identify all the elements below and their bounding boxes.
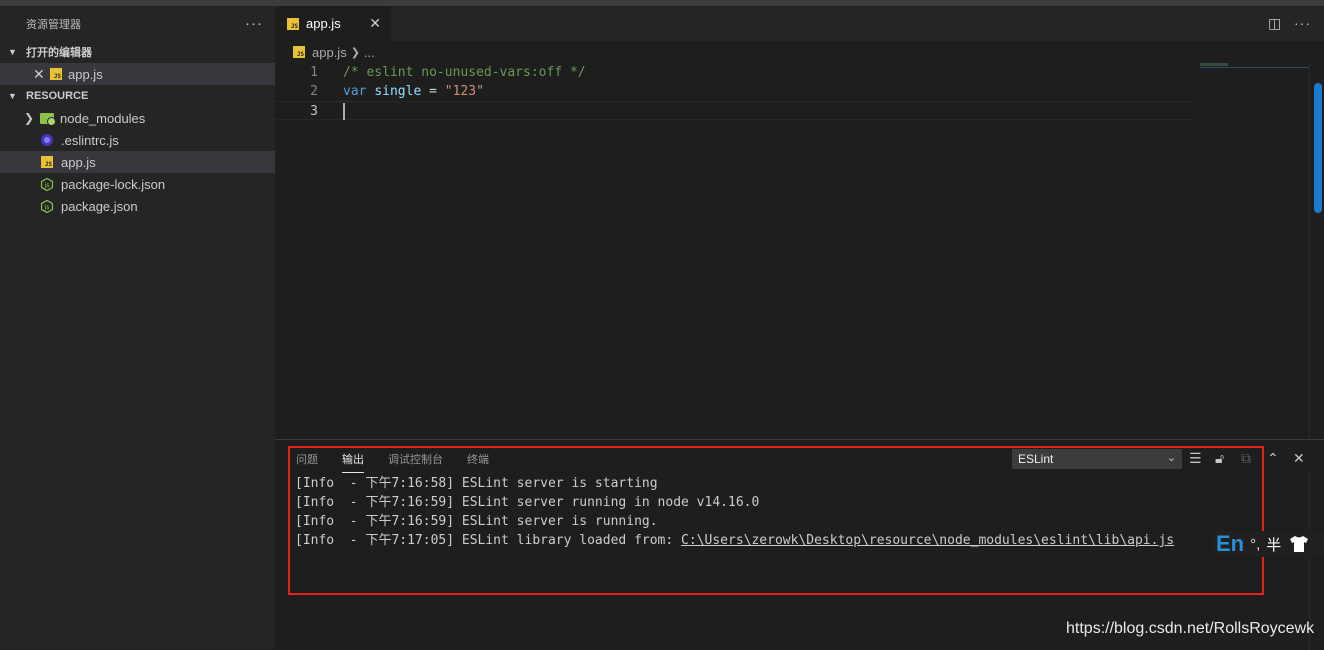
chevron-right-icon: ❯ bbox=[24, 111, 35, 125]
tree-item-label: package.json bbox=[61, 198, 138, 214]
chevron-down-icon: ▼ bbox=[8, 47, 17, 57]
maximize-panel-icon[interactable]: ⌃ bbox=[1267, 450, 1279, 467]
editor-scrollbar[interactable] bbox=[1309, 63, 1324, 439]
tree-item-node-modules[interactable]: ❯ node_modules bbox=[0, 107, 275, 129]
svg-text:js: js bbox=[44, 204, 50, 211]
watermark: https://blog.csdn.net/RollsRoycewk bbox=[1066, 620, 1315, 637]
tree-item-package-lock[interactable]: js package-lock.json bbox=[0, 173, 275, 195]
minimap-viewport bbox=[1200, 67, 1309, 68]
split-editor-icon[interactable]: ◫ bbox=[1268, 15, 1281, 32]
breadcrumb: JS app.js ❯ ... bbox=[275, 41, 1324, 63]
explorer-title: 资源管理器 bbox=[26, 18, 81, 31]
ime-language[interactable]: En bbox=[1216, 531, 1244, 557]
tab-label: app.js bbox=[306, 16, 341, 31]
code-statement: var single = "123" bbox=[343, 82, 484, 101]
text-cursor bbox=[343, 103, 345, 120]
js-file-icon: JS bbox=[287, 17, 299, 30]
code-editor[interactable]: 1 /* eslint no-unused-vars:off */ 2 var … bbox=[275, 63, 1324, 439]
ime-width-mode[interactable]: 半 bbox=[1266, 534, 1281, 555]
tree-item-app-js[interactable]: JS app.js bbox=[0, 151, 275, 173]
folder-label: RESOURCE bbox=[26, 90, 89, 102]
string-literal: "123" bbox=[444, 84, 484, 99]
code-line-2: 2 var single = "123" bbox=[275, 82, 1195, 101]
close-tab-icon[interactable]: ✕ bbox=[369, 15, 381, 32]
keyword: var bbox=[343, 84, 367, 99]
node-icon: js bbox=[41, 199, 53, 213]
tree-item-label: package-lock.json bbox=[61, 176, 166, 192]
chevron-down-icon: ▼ bbox=[8, 91, 17, 101]
line-number: 3 bbox=[310, 104, 318, 119]
editor-tab-bar: JS app.js ✕ ◫ ··· bbox=[275, 6, 1324, 41]
minimap[interactable] bbox=[1200, 63, 1228, 66]
line-number: 2 bbox=[310, 84, 318, 99]
scrollbar-thumb[interactable] bbox=[1314, 83, 1322, 213]
folder-header-resource[interactable]: ▼ RESOURCE bbox=[0, 85, 275, 107]
open-editors-header[interactable]: ▼ 打开的编辑器 bbox=[0, 41, 275, 63]
ime-punctuation[interactable]: °, bbox=[1250, 536, 1260, 553]
highlight-box bbox=[288, 446, 1264, 595]
code-line-3: 3 bbox=[275, 101, 1195, 120]
more-actions-icon[interactable]: ··· bbox=[1294, 15, 1311, 31]
chevron-right-icon: ❯ bbox=[350, 46, 360, 59]
close-icon[interactable]: ✕ bbox=[33, 66, 47, 83]
tab-app-js[interactable]: JS app.js ✕ bbox=[275, 6, 391, 41]
close-panel-icon[interactable]: ✕ bbox=[1293, 450, 1305, 467]
tree-item-label: app.js bbox=[61, 154, 96, 170]
breadcrumb-symbol[interactable]: ... bbox=[364, 45, 375, 60]
js-file-icon: JS bbox=[41, 156, 53, 168]
operator: = bbox=[429, 84, 437, 99]
shirt-icon[interactable] bbox=[1289, 535, 1309, 553]
explorer-title-bar: 资源管理器 ··· bbox=[0, 6, 275, 41]
svg-text:js: js bbox=[44, 182, 50, 189]
node-icon: js bbox=[41, 177, 53, 191]
breadcrumb-file[interactable]: app.js bbox=[312, 45, 347, 60]
js-file-icon: JS bbox=[50, 68, 62, 80]
more-actions-icon[interactable]: ··· bbox=[245, 15, 263, 32]
tree-item-eslintrc[interactable]: .eslintrc.js bbox=[0, 129, 275, 151]
tree-item-package-json[interactable]: js package.json bbox=[0, 195, 275, 217]
code-line-1: 1 /* eslint no-unused-vars:off */ bbox=[275, 63, 1195, 82]
identifier: single bbox=[374, 84, 422, 99]
eslint-icon bbox=[41, 134, 53, 146]
open-editor-item-app-js[interactable]: ✕ JS app.js bbox=[0, 63, 275, 85]
explorer-sidebar: 资源管理器 ··· ▼ 打开的编辑器 ✕ JS app.js ▼ RESOURC… bbox=[0, 6, 275, 649]
line-number: 1 bbox=[310, 65, 318, 80]
folder-icon bbox=[40, 112, 56, 126]
code-comment: /* eslint no-unused-vars:off */ bbox=[343, 65, 586, 80]
open-editor-label: app.js bbox=[68, 66, 103, 82]
tree-item-label: node_modules bbox=[60, 110, 146, 126]
open-editors-label: 打开的编辑器 bbox=[26, 47, 92, 59]
ime-toolbar[interactable]: En °, 半 bbox=[1212, 531, 1324, 557]
js-file-icon: JS bbox=[293, 46, 305, 58]
tree-item-label: .eslintrc.js bbox=[61, 132, 119, 148]
